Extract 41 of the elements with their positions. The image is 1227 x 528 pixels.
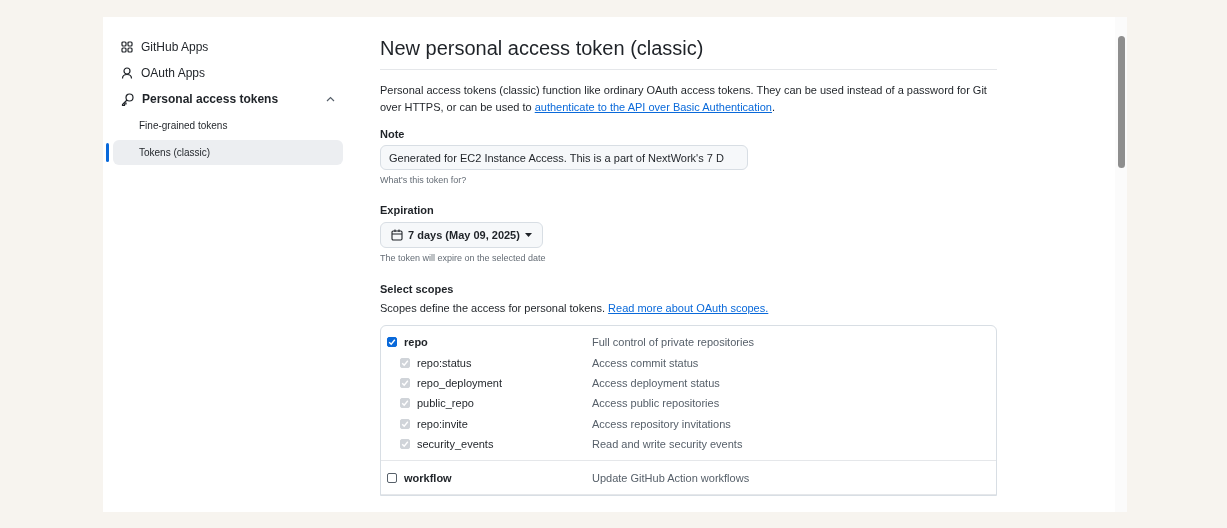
checkbox[interactable]: [387, 337, 397, 348]
note-input[interactable]: Generated for EC2 Instance Access. This is a part of NextWork's 7 D: [380, 145, 748, 170]
selection-indicator: [106, 143, 109, 162]
scrollbar[interactable]: [1115, 17, 1127, 512]
scope-description: Access deployment status: [592, 376, 720, 389]
expiration-hint: The token will expire on the selected date: [380, 253, 547, 263]
scope-name: repo:status: [417, 356, 473, 369]
scope-description: Access commit status: [592, 356, 699, 369]
intro-paragraph: Personal access tokens (classic) function like ordinary OAuth access tokens. They can be used instead of a password for Git over HTTPS, or can be used to authenticate to the API over Basic Authentication.: [380, 83, 988, 115]
scrollbar-thumb[interactable]: [1118, 36, 1125, 168]
checkbox[interactable]: [387, 472, 397, 483]
expiration-label: Expiration: [380, 204, 435, 216]
note-label: Note: [380, 128, 406, 140]
scope-name: repo_deployment: [417, 376, 503, 389]
chevron-up-icon[interactable]: [326, 96, 335, 102]
sidebar-item[interactable]: Personal access tokens: [113, 87, 343, 111]
page-title: New personal access token (classic): [380, 37, 997, 70]
calendar-icon: [391, 229, 403, 241]
scope-name: repo:invite: [417, 417, 469, 430]
key-icon: [121, 92, 134, 106]
basic-auth-link[interactable]: authenticate to the API over Basic Authentication: [534, 101, 772, 113]
scopes-label: Select scopes: [380, 283, 455, 295]
sidebar-item[interactable]: OAuth Apps: [113, 61, 343, 85]
note-hint: What's this token for?: [380, 175, 468, 185]
expiration-dropdown[interactable]: 7 days (May 09, 2025): [380, 222, 543, 248]
scope-name: repo: [404, 336, 429, 349]
scope-name: workflow: [404, 471, 453, 484]
caret-icon: [524, 233, 532, 237]
scope-description: Access public repositories: [592, 397, 720, 410]
sidebar-subitem[interactable]: Fine-grained tokens: [113, 113, 343, 138]
oauth-scopes-link[interactable]: Read more about OAuth scopes.: [608, 302, 769, 314]
scope-name: security_events: [417, 438, 495, 451]
person-icon: [121, 67, 133, 79]
apps-icon: [121, 41, 133, 53]
scope-name: public_repo: [417, 397, 475, 410]
scope-description: Update GitHub Action workflows: [592, 471, 750, 484]
scope-description: Read and write security events: [592, 438, 743, 451]
scopes-description: Scopes define the access for personal tokens. Read more about OAuth scopes.: [380, 301, 770, 316]
sidebar-item[interactable]: GitHub Apps: [113, 35, 343, 59]
scope-description: Full control of private repositories: [592, 336, 754, 349]
scope-description: Access repository invitations: [592, 417, 731, 430]
